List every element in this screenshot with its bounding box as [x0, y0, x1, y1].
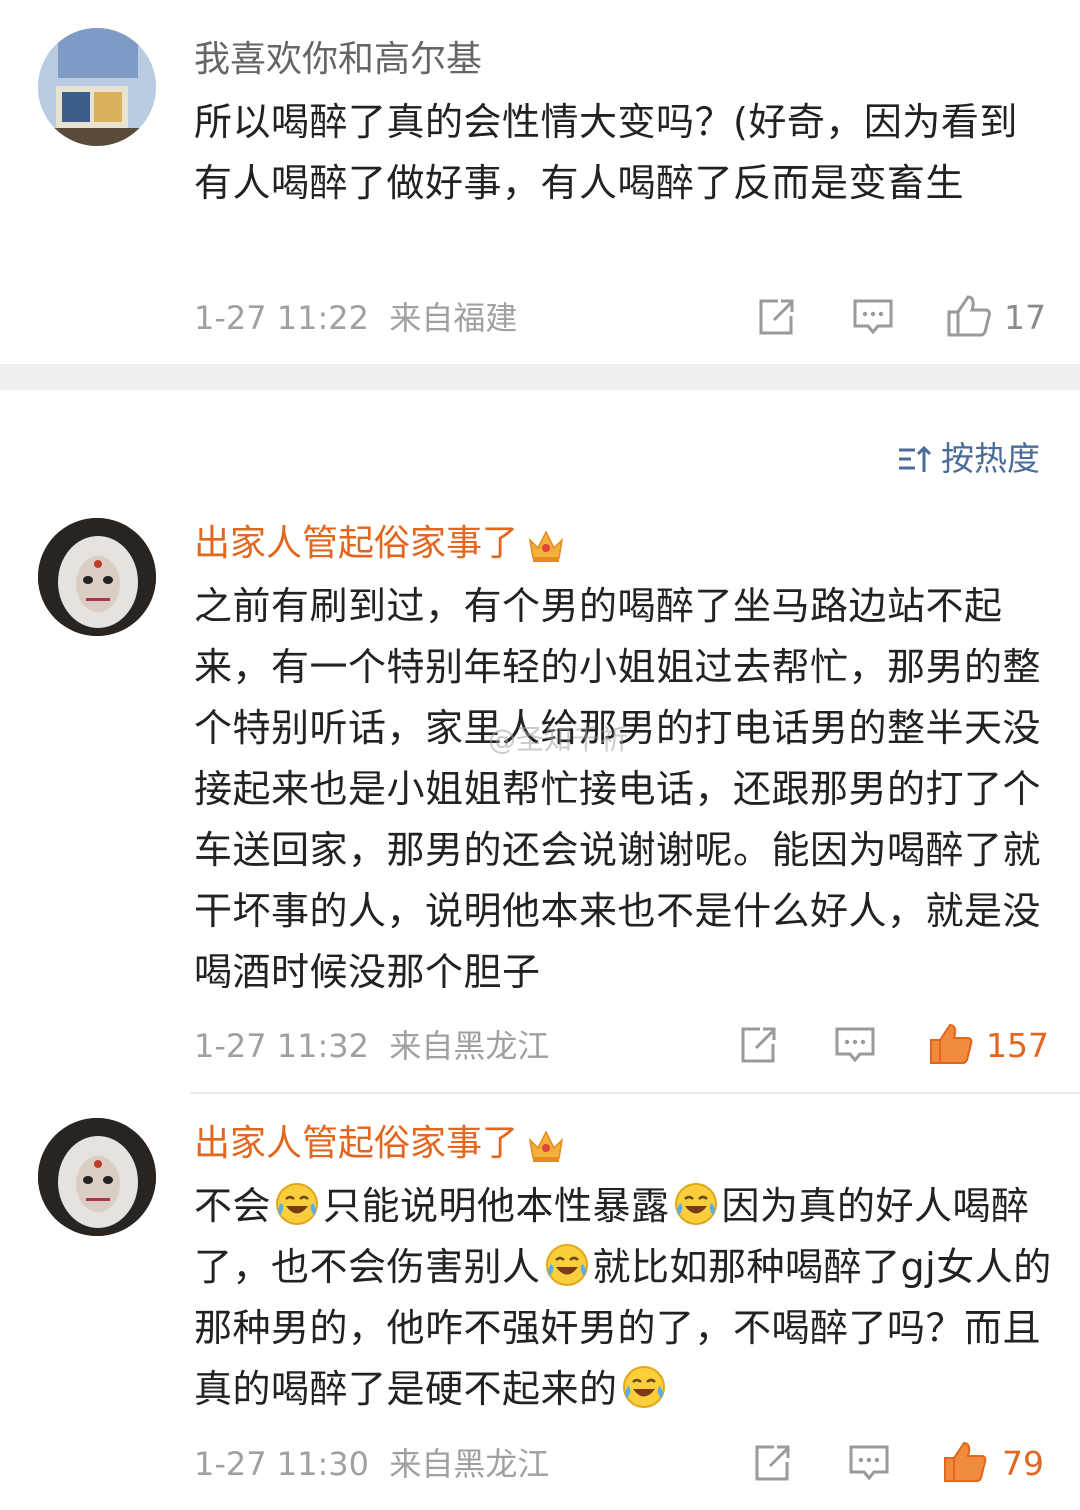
text-part: 只能说明他本性暴露 [323, 1184, 670, 1228]
comment-icon[interactable] [834, 1026, 876, 1064]
like-count: 157 [986, 1026, 1049, 1065]
sort-button[interactable]: 按热度 [897, 432, 1040, 480]
avatar[interactable] [38, 1118, 156, 1236]
like-icon[interactable] [942, 1440, 988, 1484]
sort-icon [899, 445, 931, 472]
comment-meta: 1-27 11:32 来自黑龙江 [194, 1026, 549, 1066]
comment-text: 之前有刷到过，有个男的喝醉了坐马路边站不起来，有一个特别年轻的小姐姐过去帮忙，那… [194, 584, 1042, 994]
comment-text: 所以喝醉了真的会性情大变吗？(好奇，因为看到有人喝醉了做好事，有人喝醉了反而是变… [194, 100, 1018, 205]
watermark: @圣知千祈 [488, 723, 629, 756]
text-part: 不会 [194, 1184, 272, 1228]
share-icon[interactable] [752, 1444, 792, 1482]
comment-time: 1-27 11:32 [194, 1027, 370, 1065]
like-icon[interactable] [928, 1022, 974, 1066]
avatar[interactable] [38, 518, 156, 636]
comment-time: 1-27 11:30 [194, 1445, 370, 1483]
comment-location: 来自黑龙江 [389, 1445, 550, 1483]
comment-icon[interactable] [852, 298, 894, 336]
section-divider [0, 364, 1080, 390]
comment-meta: 1-27 11:30 来自黑龙江 [194, 1444, 549, 1484]
comment-location: 来自福建 [389, 299, 518, 337]
laugh-cry-emoji-icon [545, 1244, 588, 1286]
like-count: 79 [1002, 1444, 1044, 1483]
sort-label: 按热度 [941, 439, 1040, 478]
crown-icon [528, 1130, 564, 1162]
comment-username[interactable]: 出家人管起俗家事了 [194, 1122, 566, 1166]
comment-text: 不会 只能说明他本性暴露 因为真的好人喝醉了，也不会伤害别人 就比如那种喝醉了gj女人… [194, 1176, 1054, 1420]
avatar[interactable] [38, 28, 156, 146]
laugh-cry-emoji-icon [276, 1183, 319, 1225]
username-text: 出家人管起俗家事了 [194, 523, 519, 564]
comment-divider [190, 1092, 1080, 1094]
laugh-cry-emoji-icon [674, 1183, 717, 1225]
crown-icon [528, 530, 564, 562]
like-icon[interactable] [946, 294, 992, 338]
comment-location: 来自黑龙江 [389, 1027, 550, 1065]
share-icon[interactable] [738, 1026, 778, 1064]
share-icon[interactable] [756, 298, 796, 336]
comment-meta: 1-27 11:22 来自福建 [194, 298, 517, 338]
comment-icon[interactable] [848, 1444, 890, 1482]
like-count: 17 [1004, 298, 1046, 337]
comment-time: 1-27 11:22 [194, 299, 370, 337]
username-text: 出家人管起俗家事了 [194, 1123, 519, 1164]
comment-username[interactable]: 出家人管起俗家事了 [194, 522, 566, 566]
comment-username[interactable]: 我喜欢你和高尔基 [194, 38, 482, 82]
laugh-cry-emoji-icon [622, 1366, 665, 1408]
